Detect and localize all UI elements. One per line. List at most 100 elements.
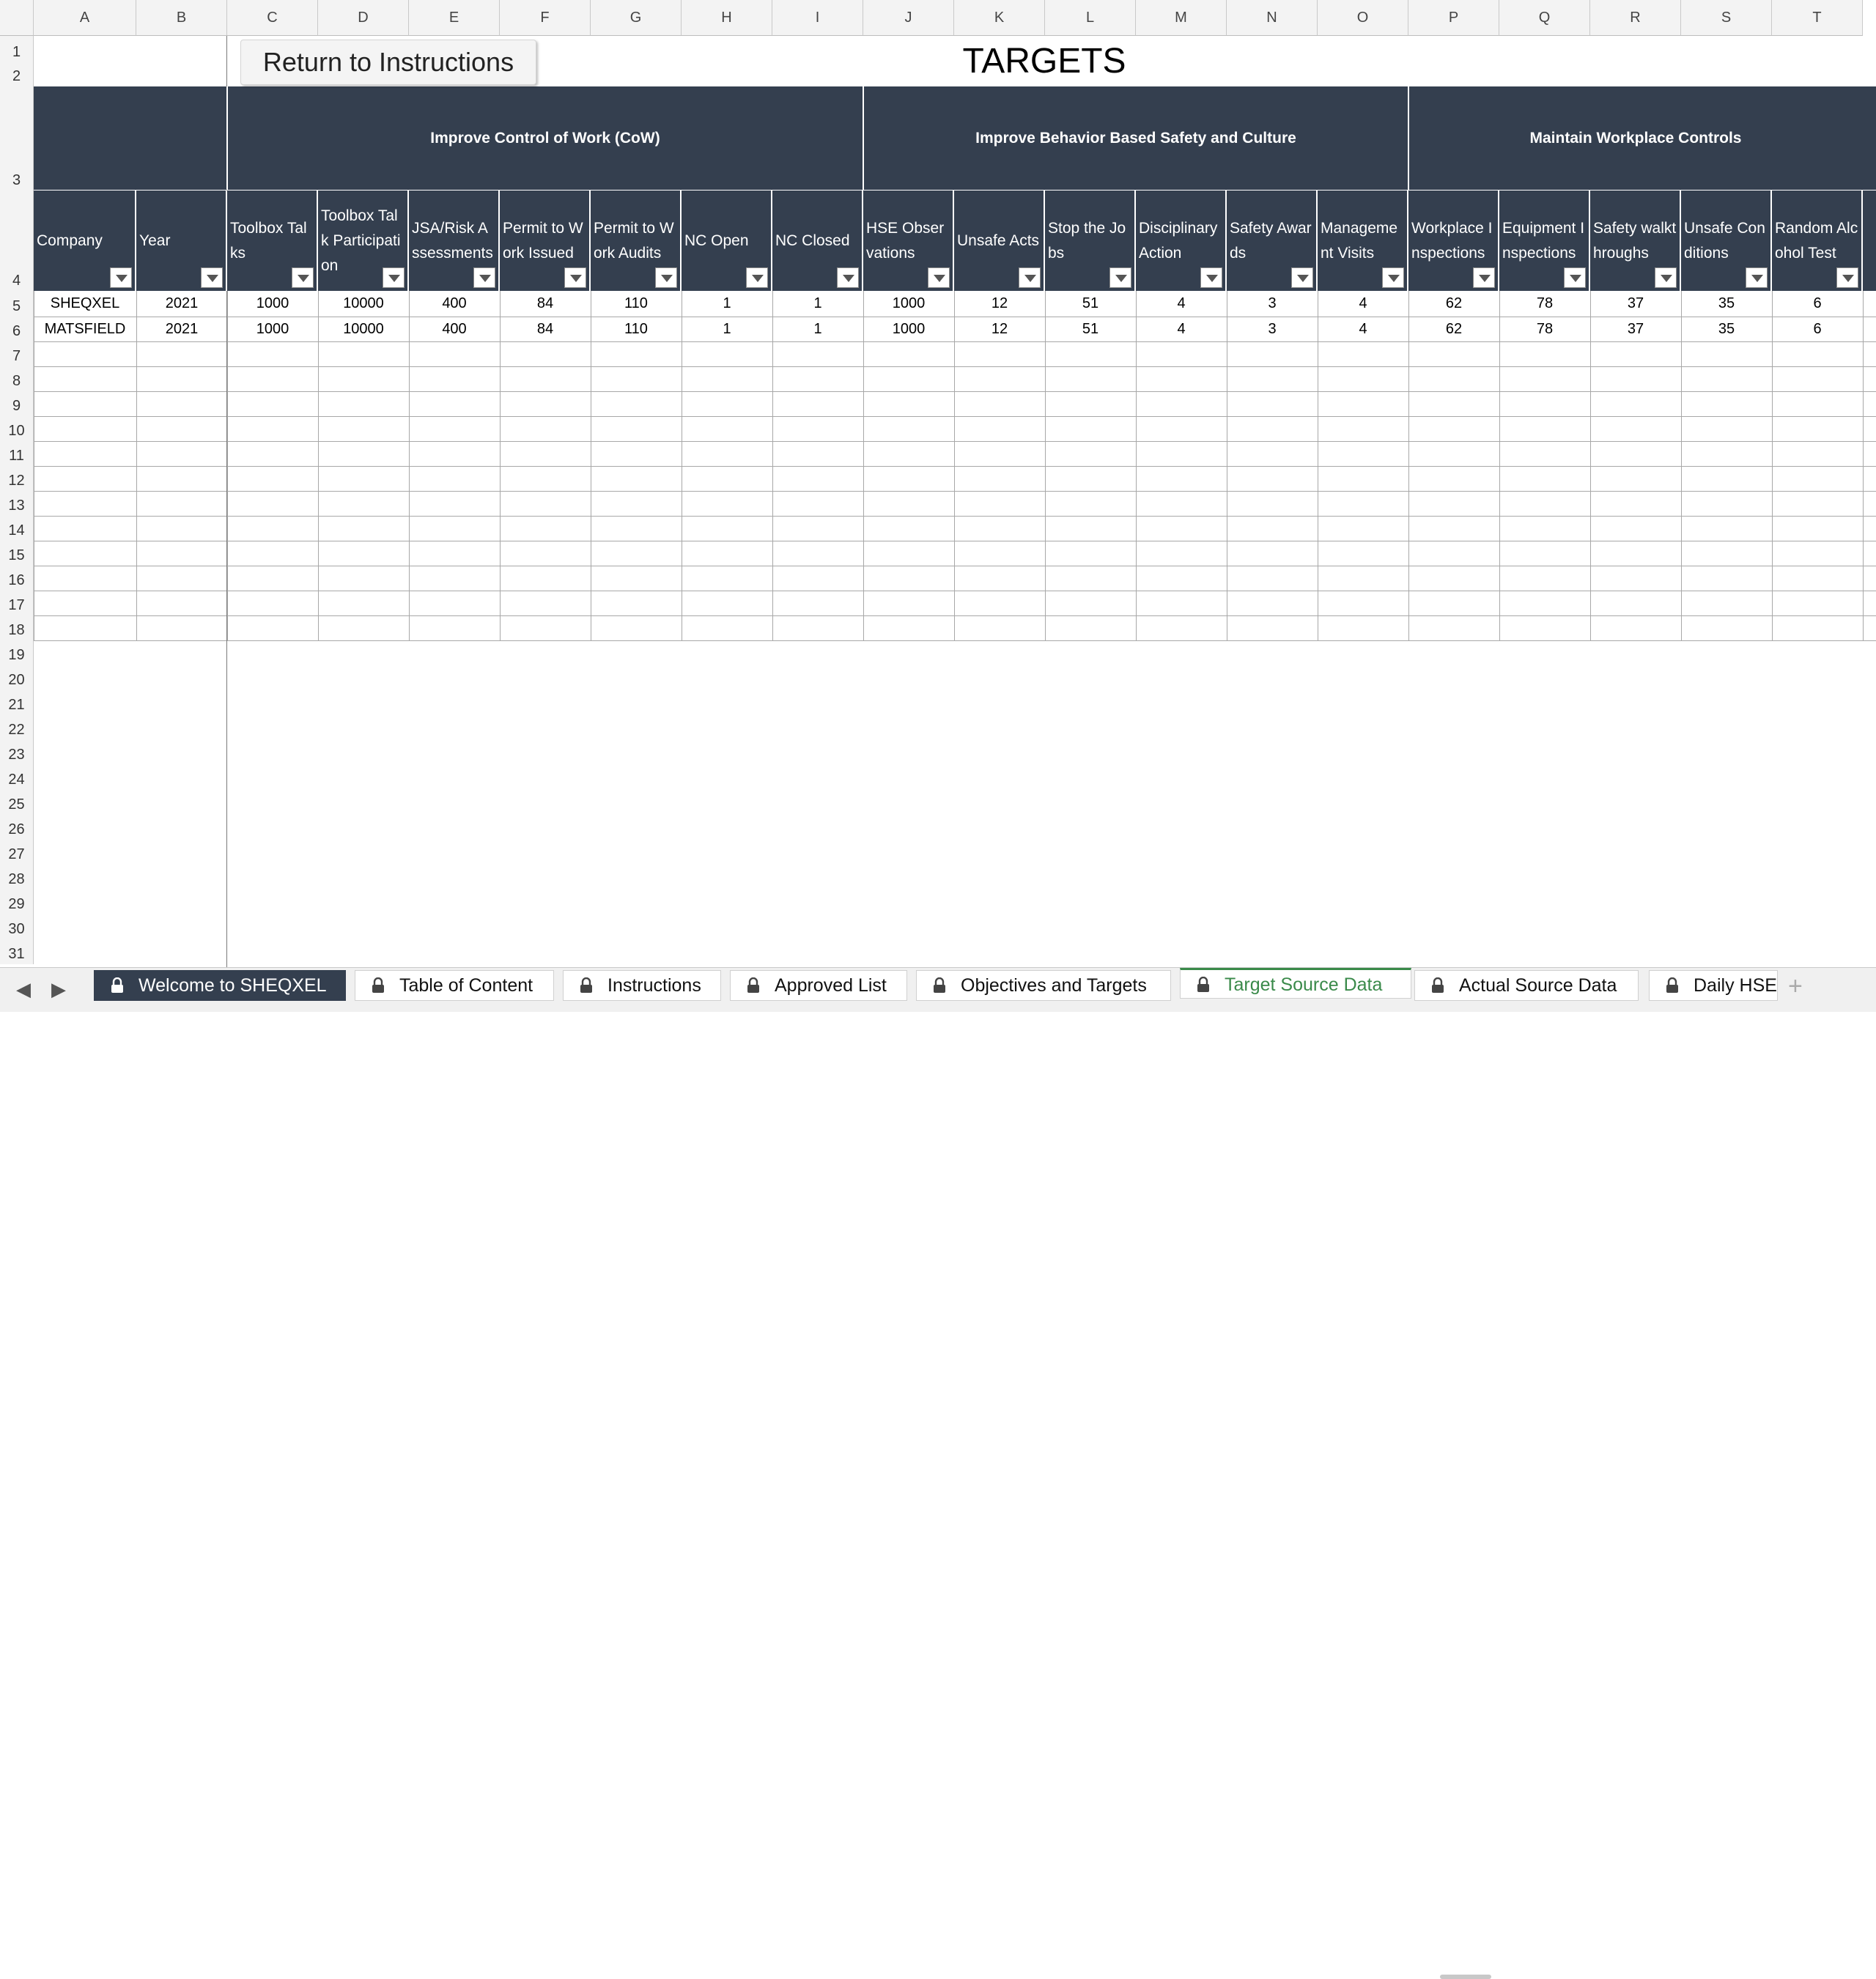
table-cell[interactable]: 35 bbox=[1681, 317, 1772, 341]
table-cell[interactable]: 1 bbox=[682, 291, 772, 316]
table-cell[interactable]: 62 bbox=[1408, 317, 1499, 341]
filter-dropdown-icon[interactable] bbox=[1655, 267, 1677, 288]
row-header-24[interactable]: 24 bbox=[0, 765, 34, 790]
table-cell[interactable]: 4 bbox=[1136, 291, 1227, 316]
row-header-14[interactable]: 14 bbox=[0, 516, 34, 541]
filter-dropdown-icon[interactable] bbox=[837, 267, 859, 288]
table-cell[interactable]: 1 bbox=[772, 317, 863, 341]
table-cell[interactable]: 78 bbox=[1499, 291, 1590, 316]
row-header-23[interactable]: 23 bbox=[0, 740, 34, 765]
filter-dropdown-icon[interactable] bbox=[1019, 267, 1041, 288]
column-header-h[interactable]: H bbox=[682, 0, 772, 36]
row-header-26[interactable]: 26 bbox=[0, 815, 34, 840]
table-cell[interactable]: 110 bbox=[591, 291, 682, 316]
column-header-a[interactable]: A bbox=[34, 0, 136, 36]
sheet-tab[interactable]: Instructions bbox=[563, 970, 721, 1001]
column-header-q[interactable]: Q bbox=[1499, 0, 1590, 36]
filter-dropdown-icon[interactable] bbox=[1382, 267, 1404, 288]
sheet-tab[interactable]: Welcome to SHEQXEL bbox=[94, 970, 346, 1001]
filter-dropdown-icon[interactable] bbox=[110, 267, 132, 288]
table-cell[interactable]: 2021 bbox=[136, 291, 227, 316]
filter-dropdown-icon[interactable] bbox=[1746, 267, 1768, 288]
row-header-28[interactable]: 28 bbox=[0, 865, 34, 889]
row-header-6[interactable]: 6 bbox=[0, 317, 34, 341]
column-header-r[interactable]: R bbox=[1590, 0, 1681, 36]
table-cell[interactable]: 400 bbox=[409, 291, 500, 316]
filter-dropdown-icon[interactable] bbox=[1109, 267, 1131, 288]
table-cell[interactable]: 10000 bbox=[318, 317, 409, 341]
filter-dropdown-icon[interactable] bbox=[473, 267, 495, 288]
table-cell[interactable]: SHEQXEL bbox=[34, 291, 136, 316]
table-cell[interactable]: 37 bbox=[1590, 291, 1681, 316]
row-header-15[interactable]: 15 bbox=[0, 541, 34, 566]
table-cell[interactable]: 78 bbox=[1499, 317, 1590, 341]
table-cell[interactable]: 1000 bbox=[227, 317, 318, 341]
column-header-d[interactable]: D bbox=[318, 0, 409, 36]
column-header-m[interactable]: M bbox=[1136, 0, 1227, 36]
select-all-corner[interactable] bbox=[0, 0, 34, 36]
table-cell[interactable]: 51 bbox=[1045, 317, 1136, 341]
row-header-25[interactable]: 25 bbox=[0, 790, 34, 815]
row-header-22[interactable]: 22 bbox=[0, 715, 34, 740]
table-cell[interactable]: MATSFIELD bbox=[34, 317, 136, 341]
table-cell[interactable]: 6 bbox=[1772, 317, 1863, 341]
sheet-tab[interactable]: Target Source Data bbox=[1180, 968, 1411, 999]
table-cell[interactable]: 4 bbox=[1318, 317, 1408, 341]
column-header-o[interactable]: O bbox=[1318, 0, 1408, 36]
table-cell[interactable]: 62 bbox=[1408, 291, 1499, 316]
filter-dropdown-icon[interactable] bbox=[1564, 267, 1586, 288]
row-header-17[interactable]: 17 bbox=[0, 591, 34, 615]
table-cell[interactable]: 1000 bbox=[863, 291, 954, 316]
column-header-s[interactable]: S bbox=[1681, 0, 1772, 36]
filter-dropdown-icon[interactable] bbox=[1836, 267, 1858, 288]
column-header-n[interactable]: N bbox=[1227, 0, 1318, 36]
column-header-p[interactable]: P bbox=[1408, 0, 1499, 36]
filter-dropdown-icon[interactable] bbox=[655, 267, 677, 288]
row-header-13[interactable]: 13 bbox=[0, 491, 34, 516]
row-header-5[interactable]: 5 bbox=[0, 291, 34, 317]
table-cell[interactable]: 84 bbox=[500, 317, 591, 341]
sheet-tab[interactable]: Objectives and Targets bbox=[916, 970, 1171, 1001]
row-header-4[interactable]: 4 bbox=[0, 190, 34, 291]
spreadsheet-grid[interactable]: ABCDEFGHIJKLMNOPQRST 1 2 3 4 5 6 7 8 9 10 11 12 13 14… bbox=[0, 0, 1876, 967]
row-header-29[interactable]: 29 bbox=[0, 889, 34, 914]
column-header-g[interactable]: G bbox=[591, 0, 682, 36]
table-cell[interactable]: 1 bbox=[772, 291, 863, 316]
prev-sheet-icon[interactable]: ◀ bbox=[16, 978, 31, 1001]
return-to-instructions-button[interactable]: Return to Instructions bbox=[240, 40, 536, 85]
filter-dropdown-icon[interactable] bbox=[292, 267, 314, 288]
filter-dropdown-icon[interactable] bbox=[201, 267, 223, 288]
column-header-l[interactable]: L bbox=[1045, 0, 1136, 36]
filter-dropdown-icon[interactable] bbox=[564, 267, 586, 288]
row-header-30[interactable]: 30 bbox=[0, 914, 34, 939]
row-header-27[interactable]: 27 bbox=[0, 840, 34, 865]
column-header-j[interactable]: J bbox=[863, 0, 954, 36]
filter-dropdown-icon[interactable] bbox=[1473, 267, 1495, 288]
table-cell[interactable]: 1000 bbox=[227, 291, 318, 316]
row-header-7[interactable]: 7 bbox=[0, 341, 34, 366]
filter-dropdown-icon[interactable] bbox=[1291, 267, 1313, 288]
filter-dropdown-icon[interactable] bbox=[1200, 267, 1222, 288]
sheet-tab[interactable]: Table of Content bbox=[355, 970, 554, 1001]
sheet-tab[interactable]: Daily HSE bbox=[1649, 970, 1778, 1001]
table-cell[interactable]: 12 bbox=[954, 317, 1045, 341]
table-cell[interactable]: 4 bbox=[1136, 317, 1227, 341]
table-cell[interactable]: 110 bbox=[591, 317, 682, 341]
row-header-2[interactable]: 2 bbox=[0, 62, 34, 86]
table-cell[interactable]: 84 bbox=[500, 291, 591, 316]
table-cell[interactable]: 6 bbox=[1772, 291, 1863, 316]
table-cell[interactable]: 4 bbox=[1318, 291, 1408, 316]
row-header-11[interactable]: 11 bbox=[0, 441, 34, 466]
column-header-k[interactable]: K bbox=[954, 0, 1045, 36]
add-sheet-button[interactable]: + bbox=[1788, 972, 1803, 1001]
row-header-9[interactable]: 9 bbox=[0, 391, 34, 416]
row-header-3[interactable]: 3 bbox=[0, 86, 34, 190]
row-header-1[interactable]: 1 bbox=[0, 36, 34, 62]
column-header-c[interactable]: C bbox=[227, 0, 318, 36]
sheet-tab[interactable]: Actual Source Data bbox=[1414, 970, 1639, 1001]
row-header-21[interactable]: 21 bbox=[0, 690, 34, 715]
row-header-18[interactable]: 18 bbox=[0, 615, 34, 640]
row-header-20[interactable]: 20 bbox=[0, 665, 34, 690]
column-header-e[interactable]: E bbox=[409, 0, 500, 36]
table-cell[interactable]: 3 bbox=[1227, 317, 1318, 341]
